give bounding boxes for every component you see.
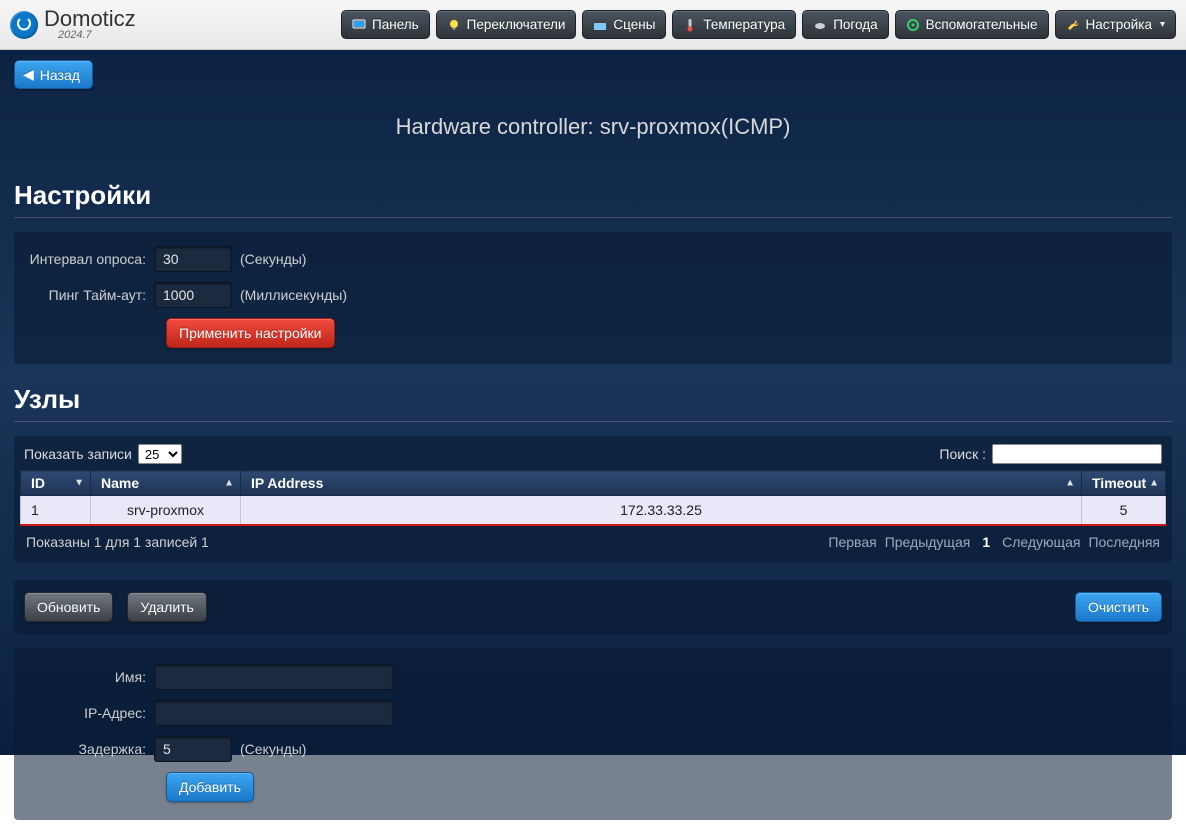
update-button[interactable]: Обновить [24, 592, 113, 622]
cell-name: srv-proxmox [91, 496, 241, 526]
nav-temperature-label: Температура [703, 17, 785, 32]
back-label: Назад [40, 67, 80, 83]
divider [14, 217, 1172, 218]
ping-timeout-label: Пинг Тайм-аут: [26, 287, 154, 303]
ping-timeout-unit: (Миллисекунды) [240, 287, 347, 303]
chevron-left-icon: ◀ [23, 66, 34, 83]
pager-next[interactable]: Следующая [1002, 534, 1080, 550]
sort-asc-icon: ▲ [224, 478, 234, 489]
poll-interval-unit: (Секунды) [240, 251, 306, 267]
cell-id: 1 [21, 496, 91, 526]
wrench-icon [1066, 18, 1080, 32]
brand-title: Domoticz [44, 8, 136, 30]
edit-panel: Имя: IP-Адрес: Задержка: (Секунды) Добав… [14, 648, 1172, 820]
cell-timeout: 5 [1082, 496, 1166, 526]
edit-ip-input[interactable] [154, 700, 394, 726]
nav-panel-label: Панель [372, 17, 419, 32]
cell-ip: 172.33.33.25 [241, 496, 1082, 526]
back-button[interactable]: ◀ Назад [14, 60, 93, 89]
nav-weather-label: Погода [833, 17, 877, 32]
search-input[interactable] [992, 444, 1162, 464]
brand: Domoticz 2024.7 [10, 8, 136, 41]
navbar: Domoticz 2024.7 Панель Переключатели Сце… [0, 0, 1186, 50]
nav-scenes-label: Сцены [613, 17, 655, 32]
plug-icon [906, 18, 920, 32]
apply-settings-button[interactable]: Применить настройки [166, 318, 335, 348]
nodes-table: ID▼ Name▲ IP Address▲ Timeout▲ 1 srv-pro… [20, 470, 1166, 526]
nav-setup-label: Настройка [1086, 17, 1152, 32]
col-ip[interactable]: IP Address▲ [241, 471, 1082, 496]
nav-temperature[interactable]: Температура [672, 10, 796, 39]
poll-interval-label: Интервал опроса: [26, 251, 154, 267]
pager-last[interactable]: Последняя [1088, 534, 1160, 550]
edit-ip-label: IP-Адрес: [26, 705, 154, 721]
nav-switches-label: Переключатели [467, 17, 566, 32]
ping-timeout-input[interactable] [154, 282, 232, 308]
thermometer-icon [683, 18, 697, 32]
table-row[interactable]: 1 srv-proxmox 172.33.33.25 5 [21, 496, 1166, 526]
nav-scenes[interactable]: Сцены [582, 10, 666, 39]
table-info: Показаны 1 для 1 записей 1 [26, 534, 209, 550]
col-name[interactable]: Name▲ [91, 471, 241, 496]
col-id[interactable]: ID▼ [21, 471, 91, 496]
brand-logo-icon [10, 11, 38, 39]
nav-utility[interactable]: Вспомогательные [895, 10, 1049, 39]
monitor-icon [352, 18, 366, 32]
col-timeout[interactable]: Timeout▲ [1082, 471, 1166, 496]
nodes-panel: Показать записи 25 Поиск : ID▼ Name▲ IP … [14, 436, 1172, 562]
length-select[interactable]: 25 [138, 444, 182, 464]
sort-desc-icon: ▼ [74, 478, 84, 489]
cloud-icon [813, 18, 827, 32]
pager: Первая Предыдущая 1 Следующая Последняя [828, 534, 1160, 550]
edit-name-label: Имя: [26, 669, 154, 685]
settings-heading: Настройки [14, 180, 1172, 211]
crud-row: Обновить Удалить Очистить [14, 580, 1172, 634]
sort-asc-icon: ▲ [1149, 478, 1159, 489]
nodes-heading: Узлы [14, 384, 1172, 415]
chevron-down-icon: ▾ [1160, 19, 1165, 30]
nav-switches[interactable]: Переключатели [436, 10, 577, 39]
brand-version: 2024.7 [58, 30, 136, 41]
clapper-icon [593, 18, 607, 32]
poll-interval-input[interactable] [154, 246, 232, 272]
edit-delay-input[interactable] [154, 736, 232, 762]
nav-tabs: Панель Переключатели Сцены Температура П… [341, 10, 1176, 39]
lightbulb-icon [447, 18, 461, 32]
delete-button[interactable]: Удалить [127, 592, 206, 622]
pager-prev[interactable]: Предыдущая [885, 534, 971, 550]
edit-name-input[interactable] [154, 664, 394, 690]
search-label: Поиск : [939, 446, 986, 462]
add-button[interactable]: Добавить [166, 772, 254, 802]
nav-utility-label: Вспомогательные [926, 17, 1038, 32]
pager-first[interactable]: Первая [828, 534, 876, 550]
length-label: Показать записи [24, 446, 132, 462]
nav-setup[interactable]: Настройка ▾ [1055, 10, 1177, 39]
clear-button[interactable]: Очистить [1075, 592, 1162, 622]
settings-panel: Интервал опроса: (Секунды) Пинг Тайм-аут… [14, 232, 1172, 364]
sort-asc-icon: ▲ [1065, 478, 1075, 489]
page-title: Hardware controller: srv-proxmox(ICMP) [14, 114, 1172, 140]
nav-weather[interactable]: Погода [802, 10, 888, 39]
pager-current: 1 [978, 534, 994, 550]
nav-panel[interactable]: Панель [341, 10, 430, 39]
divider [14, 421, 1172, 422]
